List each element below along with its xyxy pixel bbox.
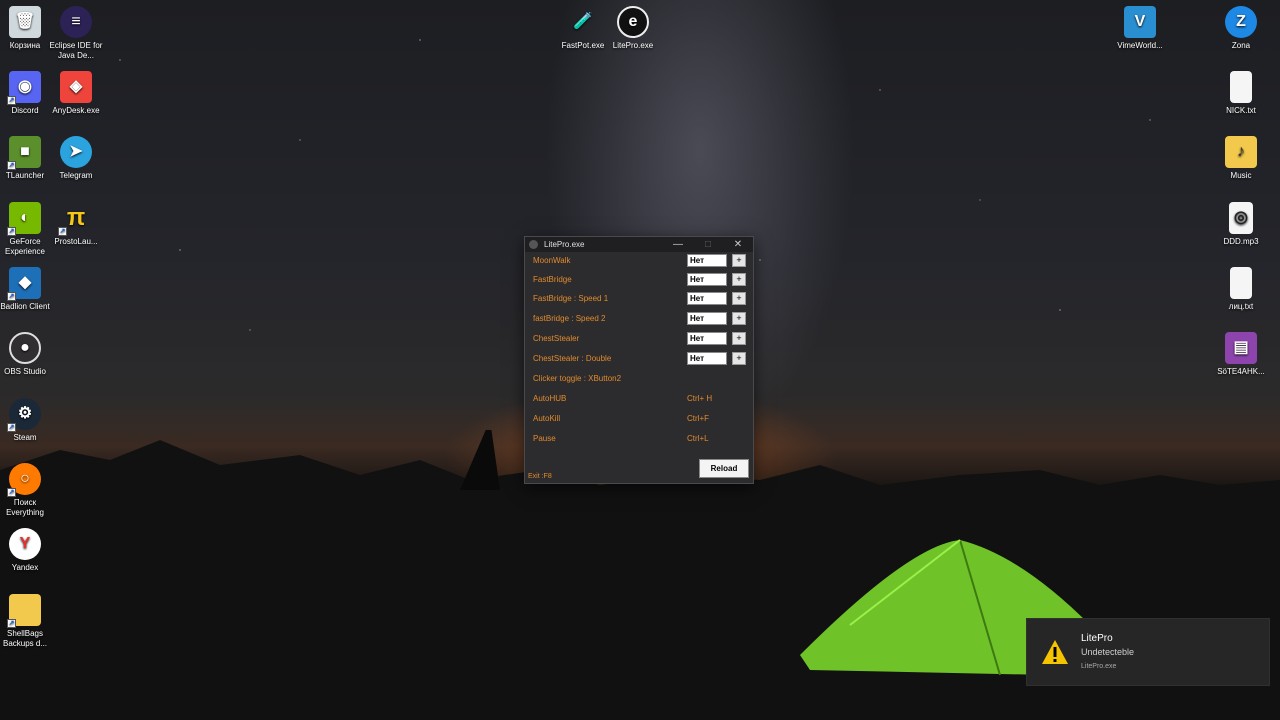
desktop-icon-zona[interactable]: Z Zona: [1210, 6, 1272, 51]
steam-icon: ⚙ ↗: [7, 398, 41, 432]
toast-source: LitePro.exe: [1081, 663, 1117, 670]
warning-icon: [1042, 640, 1068, 664]
option-value-input[interactable]: [687, 273, 727, 286]
desktop-icon-nick-txt[interactable]: NICK.txt: [1210, 71, 1272, 116]
hotkey-label: AutoKill: [533, 414, 561, 423]
option-value-input[interactable]: [687, 332, 727, 345]
litepro-icon: e: [617, 6, 649, 38]
eclipse-icon: ≡: [60, 6, 92, 38]
desktop-icon-obs[interactable]: ● OBS Studio: [0, 332, 56, 377]
hotkey-key: Ctrl+ H: [687, 394, 713, 403]
desktop-icon-shellbags[interactable]: ↗ ShellBags Backups d...: [0, 594, 56, 649]
option-plus-button[interactable]: +: [732, 254, 746, 267]
desktop-icon-winrar-archive[interactable]: ▤ SöTE4AHK...: [1210, 332, 1272, 377]
option-label: FastBridge : Speed 1: [533, 294, 609, 303]
option-plus-button[interactable]: +: [732, 352, 746, 365]
discord-icon: ◉ ↗: [7, 71, 41, 105]
music-folder-icon: ♪: [1225, 136, 1257, 168]
option-label: ChestStealer : Double: [533, 354, 612, 363]
option-row-moonwalk: MoonWalk +: [533, 254, 747, 268]
option-row-fastbridge: FastBridge +: [533, 273, 747, 287]
option-row-fastbridge-speed2: fastBridge : Speed 2 +: [533, 312, 747, 326]
desktop-icon-ddd-mp3[interactable]: ◎ DDD.mp3: [1210, 202, 1272, 247]
minimize-button[interactable]: —: [663, 239, 693, 250]
toast-title: LitePro: [1081, 633, 1113, 644]
recycle-bin-icon: 🗑: [9, 6, 41, 38]
option-label: FastBridge: [533, 275, 572, 284]
toast-notification[interactable]: LitePro Undetecteble LitePro.exe: [1026, 618, 1270, 686]
maximize-button: □: [704, 239, 712, 250]
option-row-cheststealer: ChestStealer +: [533, 332, 747, 346]
winrar-icon: ▤: [1225, 332, 1257, 364]
desktop-icon-vimeworld[interactable]: V VimeWorld...: [1109, 6, 1171, 51]
option-plus-button[interactable]: +: [732, 292, 746, 305]
exit-hotkey-label: Exit :F8: [528, 473, 552, 480]
desktop-icon-music[interactable]: ♪ Music: [1210, 136, 1272, 181]
close-button[interactable]: ✕: [723, 239, 753, 250]
desktop-icon-anydesk[interactable]: ◈ AnyDesk.exe: [45, 71, 107, 116]
option-label: fastBridge : Speed 2: [533, 314, 606, 323]
zona-icon: Z: [1225, 6, 1257, 38]
badlion-icon: ◆ ↗: [7, 267, 41, 301]
toast-body: Undetecteble: [1081, 647, 1135, 657]
desktop-icon-lits-txt[interactable]: лиц.txt: [1210, 267, 1272, 312]
option-plus-button[interactable]: +: [732, 273, 746, 286]
option-label: MoonWalk: [533, 256, 571, 265]
folder-icon: ↗: [7, 594, 41, 628]
telegram-icon: ➤: [60, 136, 92, 168]
option-row-fastbridge-speed1: FastBridge : Speed 1 +: [533, 292, 747, 306]
hotkey-label: Pause: [533, 434, 556, 443]
option-plus-button[interactable]: +: [732, 332, 746, 345]
option-value-input[interactable]: [687, 292, 727, 305]
hotkey-key: Ctrl+F: [687, 414, 709, 423]
hotkey-key: Ctrl+L: [687, 434, 709, 443]
hotkey-row-autohub: AutoHUB Ctrl+ H: [533, 392, 747, 406]
text-file-icon: [1230, 71, 1252, 103]
desktop-icon-everything[interactable]: ○ ↗ Поиск Everything: [0, 463, 56, 518]
option-value-input[interactable]: [687, 352, 727, 365]
desktop-icon-badlion[interactable]: ◆ ↗ Badlion Client: [0, 267, 56, 312]
tlauncher-icon: ■ ↗: [7, 136, 41, 170]
app-icon: [529, 240, 538, 249]
clicker-toggle-row: Clicker toggle : XButton2: [533, 372, 747, 386]
anydesk-icon: ◈: [60, 71, 92, 103]
reload-button[interactable]: Reload: [699, 459, 749, 478]
option-plus-button[interactable]: +: [732, 312, 746, 325]
hotkey-row-autokill: AutoKill Ctrl+F: [533, 412, 747, 426]
desktop-icon-steam[interactable]: ⚙ ↗ Steam: [0, 398, 56, 443]
yandex-icon: Y: [9, 528, 41, 560]
desktop-icon-litepro[interactable]: e LitePro.exe: [602, 6, 664, 51]
window-title: LitePro.exe: [544, 240, 585, 249]
litepro-window: LitePro.exe — □ ✕ MoonWalk + FastBridge …: [524, 236, 754, 484]
option-label: ChestStealer: [533, 334, 580, 343]
hotkey-row-pause: Pause Ctrl+L: [533, 432, 747, 446]
hotkey-label: AutoHUB: [533, 394, 567, 403]
desktop-icon-eclipse[interactable]: ≡ Eclipse IDE for Java De...: [45, 6, 107, 61]
fastpot-icon: 🧪: [573, 13, 593, 30]
desktop-icon-telegram[interactable]: ➤ Telegram: [45, 136, 107, 181]
desktop-icon-yandex[interactable]: Y Yandex: [0, 528, 56, 573]
everything-icon: ○ ↗: [7, 463, 41, 497]
clicker-toggle-label: Clicker toggle : XButton2: [533, 374, 622, 383]
option-value-input[interactable]: [687, 254, 727, 267]
obs-icon: ●: [9, 332, 41, 364]
prostolauncher-icon: π ↗: [58, 204, 86, 236]
vimeworld-icon: V: [1124, 6, 1156, 38]
text-file-icon: [1230, 267, 1252, 299]
audio-file-icon: ◎: [1229, 202, 1253, 234]
desktop-icon-prostolauncher[interactable]: π ↗ ProstoLau...: [45, 202, 107, 247]
geforce-icon: ◐ ↗: [7, 202, 41, 236]
window-titlebar[interactable]: LitePro.exe — □ ✕: [525, 237, 753, 252]
option-row-cheststealer-double: ChestStealer : Double +: [533, 352, 747, 366]
option-value-input[interactable]: [687, 312, 727, 325]
